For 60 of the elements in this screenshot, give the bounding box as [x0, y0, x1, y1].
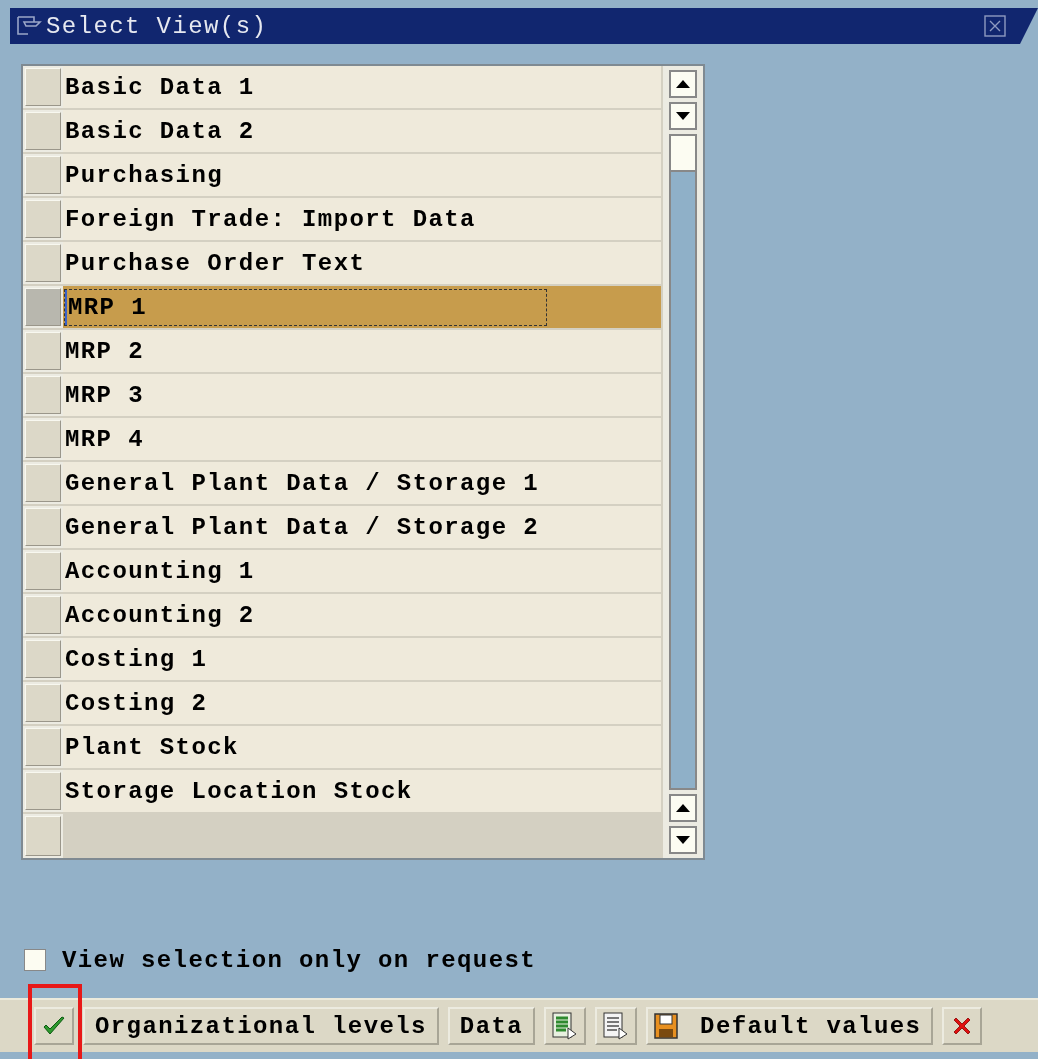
row-selector[interactable] [25, 684, 61, 722]
row-selector[interactable] [25, 332, 61, 370]
row-selector[interactable] [25, 68, 61, 106]
view-row[interactable]: Plant Stock [63, 726, 661, 768]
window-title: Select View(s) [46, 12, 269, 40]
cancel-button[interactable] [942, 1007, 983, 1045]
confirm-button[interactable] [34, 1007, 74, 1045]
view-row[interactable]: Costing 2 [63, 682, 661, 724]
view-row[interactable]: Accounting 2 [63, 594, 661, 636]
row-selector[interactable] [25, 640, 61, 678]
view-row[interactable]: MRP 1 [63, 286, 661, 328]
toolbar-button[interactable]: Data [447, 1007, 536, 1045]
row-selector[interactable] [25, 200, 61, 238]
view-row[interactable]: Accounting 1 [63, 550, 661, 592]
view-row[interactable]: General Plant Data / Storage 2 [63, 506, 661, 548]
row-selector[interactable] [25, 112, 61, 150]
document-icon [603, 1012, 630, 1040]
row-selector[interactable] [25, 552, 61, 590]
view-row[interactable]: Basic Data 1 [63, 66, 661, 108]
scroll-up-button[interactable] [669, 70, 697, 98]
view-row[interactable]: Purchasing [63, 154, 661, 196]
row-selector[interactable] [25, 816, 61, 856]
view-row[interactable]: Purchase Order Text [63, 242, 661, 284]
scroll-thumb[interactable] [671, 136, 695, 172]
view-row[interactable]: General Plant Data / Storage 1 [63, 462, 661, 504]
down-arrow-icon [676, 112, 690, 120]
row-selector[interactable] [25, 244, 61, 282]
deselect-all-button[interactable] [595, 1007, 638, 1045]
view-row[interactable]: Storage Location Stock [63, 770, 661, 812]
row-selector[interactable] [25, 420, 61, 458]
scroll-down-button[interactable] [669, 826, 697, 854]
row-selector[interactable] [25, 508, 61, 546]
view-row[interactable]: MRP 2 [63, 330, 661, 372]
toolbar-button[interactable]: Organizational levels [83, 1007, 439, 1045]
cancel-icon [952, 1016, 973, 1036]
view-row[interactable]: MRP 3 [63, 374, 661, 416]
select-all-button[interactable] [544, 1007, 587, 1045]
checkmark-icon [43, 1016, 65, 1036]
row-selector[interactable] [25, 596, 61, 634]
row-selector[interactable] [25, 728, 61, 766]
view-row[interactable]: MRP 4 [63, 418, 661, 460]
checkbox[interactable] [24, 949, 46, 971]
row-selector[interactable] [25, 376, 61, 414]
row-selector[interactable] [25, 288, 61, 326]
view-row[interactable]: Costing 1 [63, 638, 661, 680]
row-selector[interactable] [25, 464, 61, 502]
close-icon[interactable] [984, 15, 1006, 37]
default-values-button[interactable]: Default values [646, 1007, 934, 1045]
checkbox-label: View selection only on request [62, 946, 537, 974]
row-selector[interactable] [25, 772, 61, 810]
document-list-icon [552, 1012, 579, 1040]
up-arrow-icon [676, 80, 690, 88]
up-arrow-icon [676, 804, 690, 812]
view-row[interactable]: Foreign Trade: Import Data [63, 198, 661, 240]
down-arrow-icon [676, 836, 690, 844]
view-row[interactable]: Basic Data 2 [63, 110, 661, 152]
window-icon [16, 15, 42, 37]
scroll-down-button[interactable] [669, 102, 697, 130]
scroll-up-button[interactable] [669, 794, 697, 822]
row-selector[interactable] [25, 156, 61, 194]
